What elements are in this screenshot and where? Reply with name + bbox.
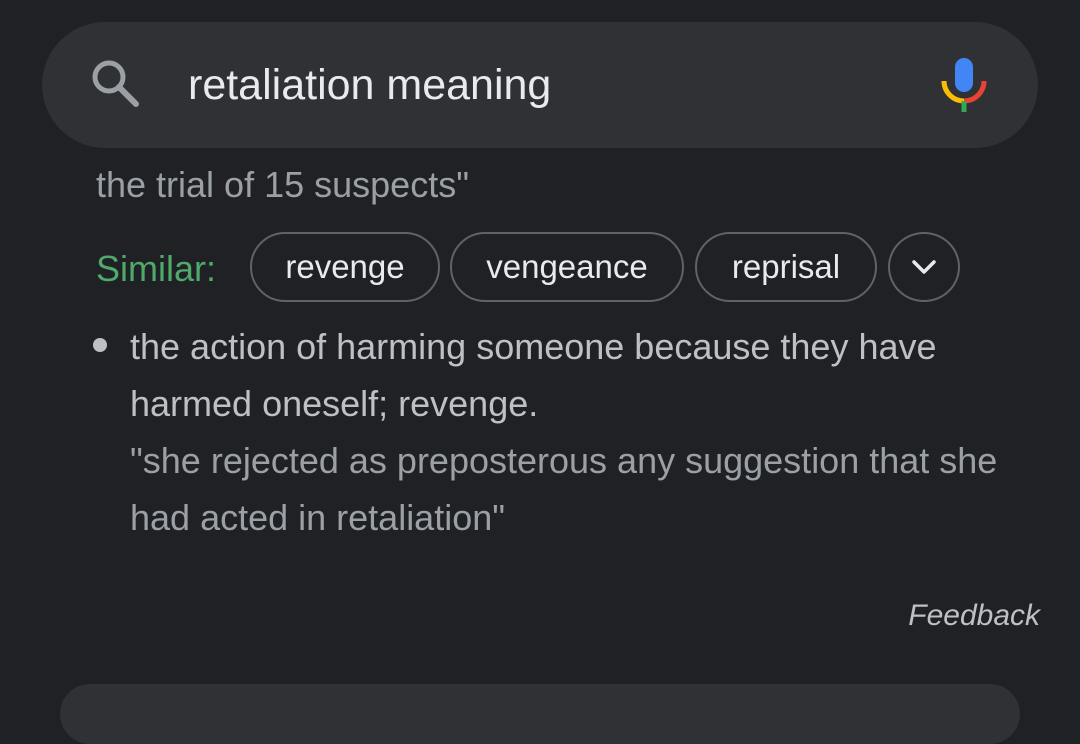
bullet-icon [93,338,107,352]
example-sentence: "she rejected as preposterous any sugges… [130,440,998,538]
feedback-link[interactable]: Feedback [908,596,1040,636]
similar-chip-revenge[interactable]: revenge [250,232,440,302]
similar-label: Similar: [96,248,217,289]
chevron-down-icon [912,260,936,274]
definition-text: the action of harming someone because th… [130,326,937,424]
search-input[interactable]: retaliation meaning [188,58,551,112]
snippet-text: the trial of 15 suspects" [96,164,469,205]
similar-chip-reprisal[interactable]: reprisal [695,232,877,302]
expand-similar-button[interactable] [888,232,960,302]
next-result-card [60,684,1020,744]
similar-chip-vengeance[interactable]: vengeance [450,232,684,302]
search-icon[interactable] [88,56,142,110]
microphone-icon[interactable] [938,56,990,114]
